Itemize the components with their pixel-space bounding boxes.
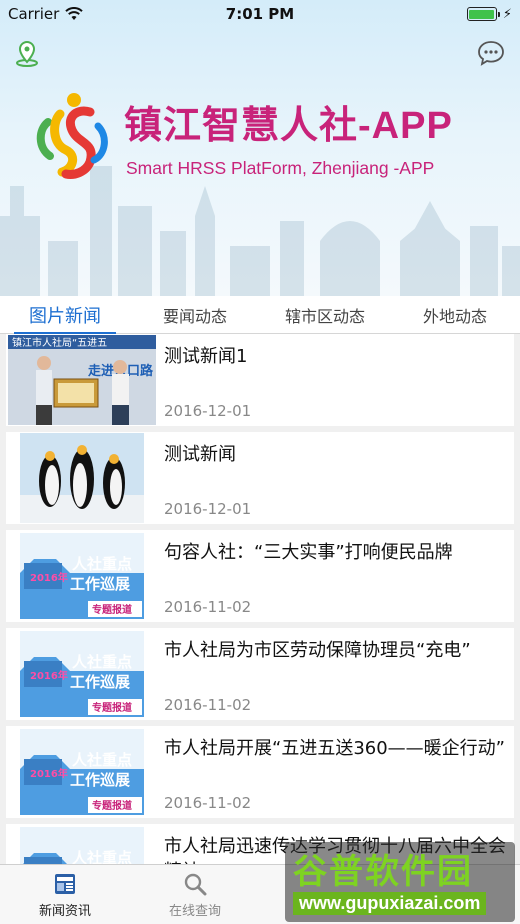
news-thumbnail: 2016年 人社重点 工作巡展 xyxy=(6,824,156,864)
poster-tag: 专题报道 xyxy=(92,603,132,616)
poster-tag: 专题报道 xyxy=(92,799,132,812)
poster-line2: 工作巡展 xyxy=(70,771,130,789)
poster-tag: 专题报道 xyxy=(92,701,132,714)
news-title: 句容人社：“三大实事”打响便民品牌 xyxy=(164,542,453,563)
poster-year: 2016年 xyxy=(30,669,68,682)
poster-line2: 工作巡展 xyxy=(70,575,130,593)
app-title: 镇江智慧人社-APP xyxy=(124,105,453,147)
award-banner-text: 镇江市人社局“五进五 xyxy=(12,336,107,349)
news-category-tabs: 图片新闻 要闻动态 辖市区动态 外地动态 xyxy=(0,296,520,334)
tabbar-label: 新闻资讯 xyxy=(38,903,91,919)
news-title: 测试新闻 xyxy=(164,444,236,465)
news-list-item[interactable]: 2016年 人社重点 工作巡展 专题报道 市人社局为市区劳动保障协理员“充电” … xyxy=(6,628,514,720)
news-thumbnail xyxy=(6,432,156,524)
tabbar-item-news[interactable]: 新闻资讯 xyxy=(0,865,130,924)
news-thumbnail: 2016年 人社重点 工作巡展 专题报道 xyxy=(6,530,156,622)
watermark-title: 谷普软件园 xyxy=(293,853,473,891)
tab-picture-news[interactable]: 图片新闻 xyxy=(0,296,130,334)
news-list-item[interactable]: 测试新闻 2016-12-01 xyxy=(6,432,514,524)
poster-line1: 人社重点 xyxy=(72,653,132,671)
tabbar-item-online-query[interactable]: 在线查询 xyxy=(130,865,260,924)
app-subtitle: Smart HRSS PlatForm, Zhenjiang -APP xyxy=(126,158,435,178)
news-date: 2016-12-01 xyxy=(164,402,252,420)
news-date: 2016-11-02 xyxy=(164,696,252,714)
search-icon xyxy=(184,873,207,895)
hrss-logo-icon xyxy=(36,93,108,179)
wifi-icon xyxy=(65,7,84,20)
map-pin-icon[interactable] xyxy=(12,38,42,68)
tabbar-label: 在线查询 xyxy=(168,903,221,919)
news-title: 市人社局开展“五进五送360——暖企行动” xyxy=(164,738,506,759)
tab-headline-news[interactable]: 要闻动态 xyxy=(130,296,260,333)
chat-bubble-icon[interactable] xyxy=(476,38,506,68)
tab-district-news[interactable]: 辖市区动态 xyxy=(260,296,390,333)
charging-bolt-icon: ⚡ xyxy=(502,6,512,22)
poster-line1: 人社重点 xyxy=(72,555,132,573)
poster-line1: 人社重点 xyxy=(72,849,132,864)
carrier-label: Carrier xyxy=(8,5,60,23)
news-date: 2016-11-02 xyxy=(164,794,252,812)
site-watermark: 谷普软件园 www.gupuxiazai.com xyxy=(285,842,515,922)
news-list-item[interactable]: 镇江市人社局“五进五 走进京口路 测试新闻1 2016-12-01 xyxy=(6,334,514,426)
news-list-item[interactable]: 2016年 人社重点 工作巡展 专题报道 句容人社：“三大实事”打响便民品牌 2… xyxy=(6,530,514,622)
news-thumbnail: 镇江市人社局“五进五 走进京口路 xyxy=(6,334,156,426)
news-title: 市人社局为市区劳动保障协理员“充电” xyxy=(164,640,471,661)
news-title: 测试新闻1 xyxy=(164,346,248,367)
news-thumbnail: 2016年 人社重点 工作巡展 专题报道 xyxy=(6,726,156,818)
news-list: 镇江市人社局“五进五 走进京口路 测试新闻1 2016-12-01 xyxy=(0,334,520,864)
news-thumbnail: 2016年 人社重点 工作巡展 专题报道 xyxy=(6,628,156,720)
poster-year: 2016年 xyxy=(30,571,68,584)
news-date: 2016-12-01 xyxy=(164,500,252,518)
battery-icon xyxy=(466,7,500,21)
tab-external-news[interactable]: 外地动态 xyxy=(390,296,520,333)
news-date: 2016-11-02 xyxy=(164,598,252,616)
watermark-url: www.gupuxiazai.com xyxy=(293,892,487,915)
poster-line2: 工作巡展 xyxy=(70,673,130,691)
news-icon xyxy=(55,873,75,894)
status-bar: Carrier 7:01 PM ⚡ xyxy=(0,0,520,28)
news-list-item[interactable]: 2016年 人社重点 工作巡展 专题报道 市人社局开展“五进五送360——暖企行… xyxy=(6,726,514,818)
poster-year: 2016年 xyxy=(30,767,68,780)
poster-line1: 人社重点 xyxy=(72,751,132,769)
